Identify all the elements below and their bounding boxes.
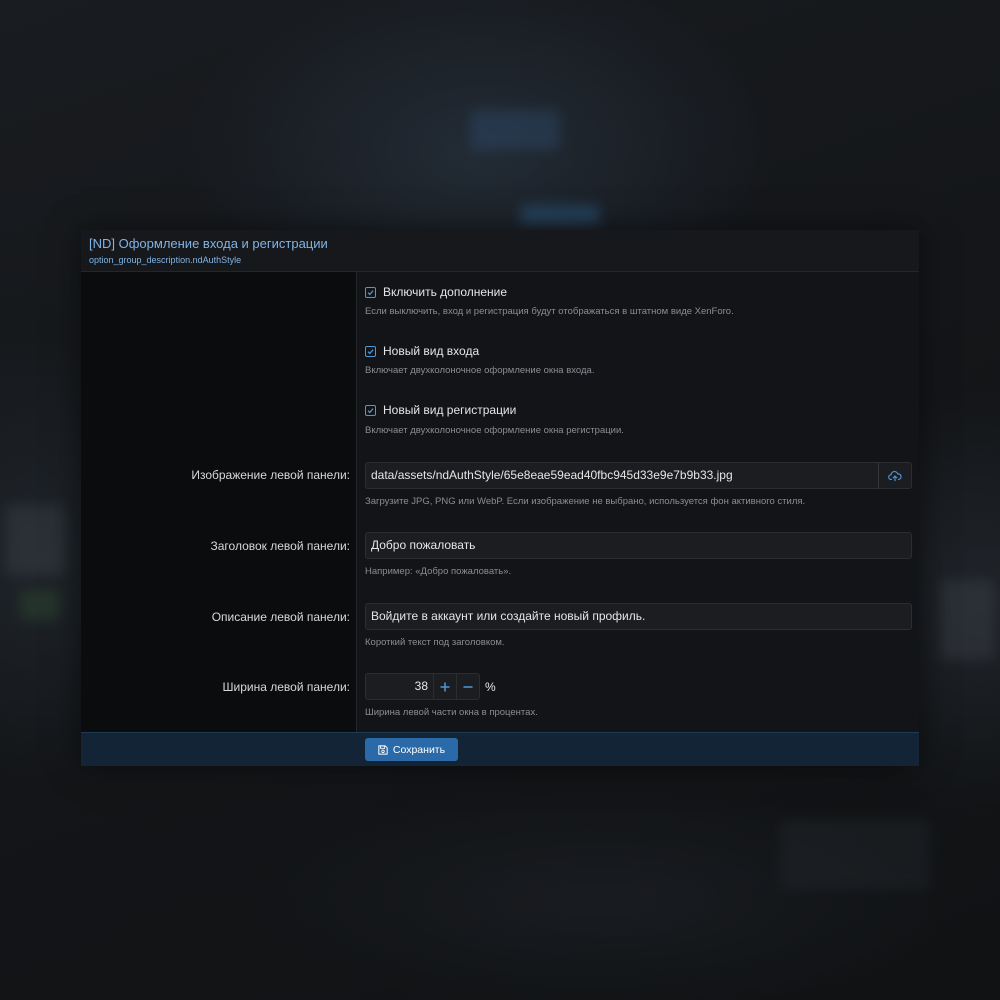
new-register-label: Новый вид регистрации — [383, 403, 517, 417]
minus-icon — [463, 685, 473, 688]
enable-addon-label: Включить дополнение — [383, 285, 508, 299]
left-heading-label: Заголовок левой панели: — [210, 539, 351, 553]
new-register-checkbox[interactable] — [365, 404, 376, 416]
left-width-label: Ширина левой панели: — [222, 680, 350, 694]
left-width-hint: Ширина левой части окна в процентах. — [365, 707, 538, 718]
panel-subtitle: option_group_description.ndAuthStyle — [89, 255, 242, 265]
background-shape — [5, 505, 65, 575]
percent-unit: % — [485, 680, 496, 694]
left-image-input[interactable]: data/assets/ndAuthStyle/65e8eae59ead40fb… — [365, 462, 879, 489]
background-shape — [20, 590, 60, 620]
checkmark-icon — [367, 407, 374, 413]
background-shape — [520, 205, 600, 225]
left-heading-input[interactable]: Добро пожаловать — [365, 532, 912, 559]
enable-addon-hint: Если выключить, вход и регистрация будут… — [365, 306, 734, 317]
left-heading-hint: Например: «Добро пожаловать». — [365, 566, 512, 577]
new-login-label: Новый вид входа — [383, 344, 480, 358]
panel-header: [ND] Оформление входа и регистрации opti… — [81, 230, 919, 272]
background-shape — [470, 110, 560, 150]
enable-addon-checkbox[interactable] — [365, 286, 376, 298]
upload-cloud-icon — [888, 470, 902, 481]
new-login-hint: Включает двухколоночное оформление окна … — [365, 365, 595, 376]
checkmark-icon — [367, 289, 374, 295]
left-description-label: Описание левой панели: — [211, 610, 350, 624]
save-label: Сохранить — [392, 743, 446, 756]
new-register-option[interactable]: Новый вид регистрации — [365, 402, 516, 418]
left-description-hint: Короткий текст под заголовком. — [365, 637, 505, 648]
left-image-label: Изображение левой панели: — [191, 468, 350, 482]
plus-icon — [440, 682, 450, 691]
save-icon — [378, 744, 388, 755]
left-width-input[interactable]: 38 — [365, 673, 434, 700]
new-register-hint: Включает двухколоночное оформление окна … — [365, 425, 624, 436]
background-shape — [940, 580, 995, 660]
increment-button[interactable] — [433, 673, 457, 700]
left-image-hint: Загрузите JPG, PNG или WebP. Если изобра… — [365, 496, 806, 507]
decrement-button[interactable] — [456, 673, 480, 700]
background-shape — [780, 820, 930, 890]
save-button[interactable]: Сохранить — [365, 738, 458, 761]
panel-title: [ND] Оформление входа и регистрации — [89, 236, 328, 251]
options-panel: [ND] Оформление входа и регистрации opti… — [81, 230, 919, 766]
left-description-input[interactable]: Войдите в аккаунт или создайте новый про… — [365, 603, 912, 630]
checkmark-icon — [367, 348, 374, 354]
new-login-option[interactable]: Новый вид входа — [365, 343, 479, 359]
form-footer: Сохранить — [81, 732, 919, 766]
label-column — [81, 272, 357, 732]
new-login-checkbox[interactable] — [365, 345, 376, 357]
upload-button[interactable] — [878, 462, 912, 489]
enable-addon-option[interactable]: Включить дополнение — [365, 284, 507, 300]
